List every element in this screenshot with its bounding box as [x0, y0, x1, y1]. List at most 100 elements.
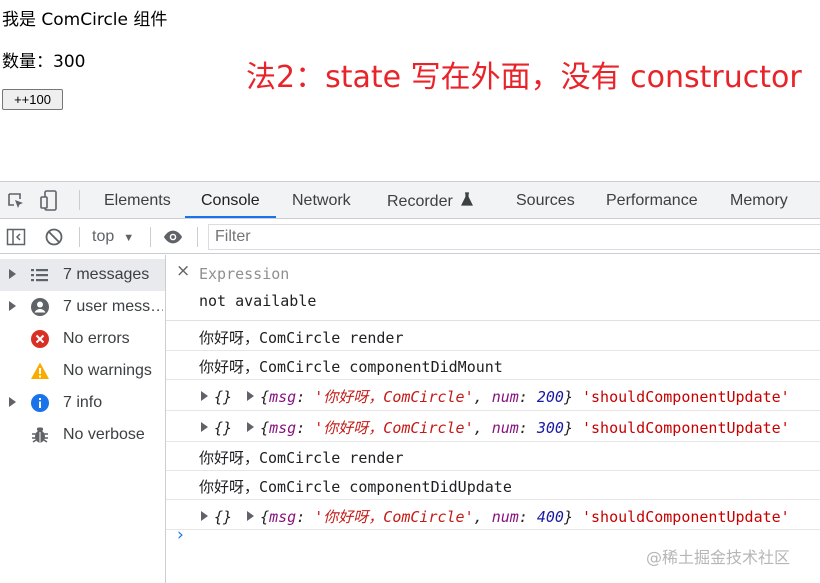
expand-arrow-icon[interactable] — [247, 511, 255, 521]
expression-value: not available — [199, 292, 317, 310]
device-toolbar-icon[interactable] — [40, 190, 60, 211]
sidebar-item-label: 7 user mess… — [63, 298, 163, 315]
tab-network[interactable]: Network — [276, 182, 367, 218]
sidebar-item-label: 7 messages — [63, 266, 150, 283]
expand-arrow-icon[interactable] — [247, 422, 255, 432]
tab-memory[interactable]: Memory — [714, 182, 804, 218]
context-selector[interactable]: top ▼ — [92, 226, 134, 249]
tabbar-separator — [79, 190, 80, 210]
devtools-tabbar: Elements Console Network Recorder Source… — [0, 182, 820, 219]
console-message: {} {msg: '你好呀，ComCircle', num: 400} 'sho… — [166, 500, 820, 530]
inspect-element-icon[interactable] — [6, 191, 26, 211]
object-value: '你好呀，ComCircle' — [314, 508, 474, 526]
object-value: '你好呀，ComCircle' — [314, 388, 474, 406]
console-sidebar: 7 messages 7 user mess… No errors No war… — [0, 255, 166, 583]
console-prompt[interactable]: › — [177, 525, 184, 545]
message-text: 你好呀，ComCircle render — [199, 449, 404, 467]
component-title: 我是 ComCircle 组件 — [2, 10, 168, 30]
object-close-brace: } — [563, 388, 573, 406]
console-message: 你好呀，ComCircle componentDidUpdate — [166, 471, 820, 500]
object-close-brace: } — [563, 419, 573, 437]
sidebar-item-label: 7 info — [63, 394, 103, 411]
tab-sources[interactable]: Sources — [500, 182, 591, 218]
info-icon — [30, 393, 50, 413]
tab-console[interactable]: Console — [185, 182, 276, 218]
object-key: msg — [269, 388, 297, 406]
live-expression: × Expression not available — [166, 255, 820, 321]
toolbar-separator — [197, 227, 198, 247]
user-icon — [30, 297, 50, 317]
caret-down-icon: ▼ — [123, 232, 135, 244]
warning-icon — [30, 361, 50, 381]
console-message: 你好呀，ComCircle componentDidMount — [166, 351, 820, 380]
object-preview[interactable]: {} — [214, 388, 232, 406]
tab-recorder-label: Recorder — [387, 193, 453, 210]
tab-performance[interactable]: Performance — [590, 182, 714, 218]
watermark: @稀土掘金技术社区 — [646, 548, 791, 567]
object-close-brace: } — [563, 508, 573, 526]
sidebar-item-label: No errors — [63, 330, 130, 347]
object-open-brace: { — [260, 508, 270, 526]
object-open-brace: { — [260, 419, 270, 437]
expand-arrow-icon[interactable] — [201, 511, 208, 521]
console-output: × Expression not available 你好呀，ComCircle… — [166, 255, 820, 583]
close-icon[interactable]: × — [176, 261, 190, 281]
message-string: 'shouldComponentUpdate' — [582, 419, 790, 437]
object-key: msg — [269, 419, 297, 437]
sidebar-item-messages[interactable]: 7 messages — [0, 259, 165, 291]
error-icon — [30, 329, 50, 349]
count-display: 数量：300 — [2, 52, 86, 72]
toolbar-separator — [150, 227, 151, 247]
bug-icon — [30, 425, 50, 445]
sidebar-item-warnings[interactable]: No warnings — [0, 355, 165, 387]
console-message: {} {msg: '你好呀，ComCircle', num: 300} 'sho… — [166, 411, 820, 442]
object-key: msg — [269, 508, 297, 526]
object-preview[interactable]: {} — [214, 419, 232, 437]
expand-arrow-icon[interactable] — [9, 397, 16, 407]
console-toolbar: top ▼ — [0, 220, 820, 254]
tab-recorder[interactable]: Recorder — [371, 182, 489, 218]
object-key: num — [491, 508, 519, 526]
object-value: 200 — [536, 388, 564, 406]
devtools-panel: Elements Console Network Recorder Source… — [0, 181, 820, 583]
live-expression-eye-icon[interactable] — [163, 227, 183, 247]
flask-icon — [460, 182, 473, 220]
object-log: {} {msg: '你好呀，ComCircle', num: 300} 'sho… — [201, 417, 790, 438]
object-log: {} {msg: '你好呀，ComCircle', num: 200} 'sho… — [201, 386, 790, 407]
object-value: '你好呀，ComCircle' — [314, 419, 474, 437]
object-value: 400 — [536, 508, 564, 526]
console-message: 你好呀，ComCircle render — [166, 442, 820, 471]
expression-label[interactable]: Expression — [199, 265, 289, 283]
toolbar-separator — [79, 227, 80, 247]
console-message: {} {msg: '你好呀，ComCircle', num: 200} 'sho… — [166, 380, 820, 411]
expand-arrow-icon[interactable] — [201, 422, 208, 432]
sidebar-item-user-messages[interactable]: 7 user mess… — [0, 291, 165, 323]
message-string: 'shouldComponentUpdate' — [582, 508, 790, 526]
console-message: 你好呀，ComCircle render — [166, 322, 820, 351]
expand-arrow-icon[interactable] — [247, 391, 255, 401]
increment-button[interactable]: ++100 — [2, 89, 63, 110]
tab-elements[interactable]: Elements — [88, 182, 187, 218]
object-key: num — [491, 419, 519, 437]
sidebar-toggle-icon[interactable] — [6, 227, 26, 247]
clear-console-icon[interactable] — [44, 227, 64, 247]
annotation-text: 法2：state 写在外面，没有 constructor — [246, 60, 802, 95]
object-value: 300 — [536, 419, 564, 437]
message-text: 你好呀，ComCircle componentDidMount — [199, 358, 503, 376]
sidebar-item-verbose[interactable]: No verbose — [0, 419, 165, 451]
sidebar-item-errors[interactable]: No errors — [0, 323, 165, 355]
message-string: 'shouldComponentUpdate' — [582, 388, 790, 406]
expand-arrow-icon[interactable] — [9, 269, 16, 279]
context-label: top — [92, 228, 115, 245]
object-log: {} {msg: '你好呀，ComCircle', num: 400} 'sho… — [201, 506, 790, 527]
expand-arrow-icon[interactable] — [201, 391, 208, 401]
filter-input[interactable] — [208, 224, 820, 250]
list-icon — [30, 265, 50, 285]
message-text: 你好呀，ComCircle render — [199, 329, 404, 347]
sidebar-item-info[interactable]: 7 info — [0, 387, 165, 419]
message-text: 你好呀，ComCircle componentDidUpdate — [199, 478, 512, 496]
sidebar-item-label: No verbose — [63, 426, 145, 443]
object-preview[interactable]: {} — [214, 508, 232, 526]
object-open-brace: { — [260, 388, 270, 406]
expand-arrow-icon[interactable] — [9, 301, 16, 311]
